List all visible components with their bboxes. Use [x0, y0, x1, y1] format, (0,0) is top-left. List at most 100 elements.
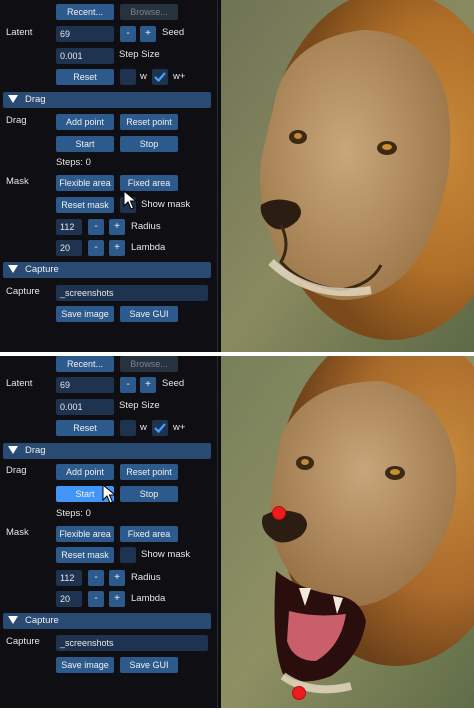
capture-path-input[interactable]: _screenshots — [56, 635, 208, 651]
step-size-input[interactable]: 0.001 — [56, 48, 114, 64]
recent-button[interactable]: Recent... — [56, 356, 114, 372]
reset-point-button[interactable]: Reset point — [120, 114, 178, 130]
seed-increment-button[interactable]: + — [140, 26, 156, 42]
recent-button[interactable]: Recent... — [56, 4, 114, 20]
reset-mask-button[interactable]: Reset mask — [56, 197, 114, 213]
collapse-arrow-icon — [8, 446, 18, 454]
seed-increment-button[interactable]: + — [140, 377, 156, 393]
mouse-cursor-icon — [102, 484, 116, 504]
drag-header-text: Drag — [25, 94, 46, 105]
lambda-decrement-button[interactable]: - — [88, 240, 104, 256]
w-label: w — [140, 71, 147, 82]
latent-label: Latent — [6, 378, 33, 389]
seed-decrement-button[interactable]: - — [120, 26, 136, 42]
radius-increment-button[interactable]: + — [109, 570, 125, 586]
step-size-input[interactable]: 0.001 — [56, 399, 114, 415]
show-mask-label: Show mask — [141, 199, 191, 210]
checkmark-icon — [154, 72, 166, 83]
lambda-input[interactable]: 20 — [56, 240, 82, 256]
save-gui-button[interactable]: Save GUI — [120, 657, 178, 673]
collapse-arrow-icon — [8, 616, 18, 624]
drag-label: Drag — [6, 465, 27, 476]
wplus-checkbox[interactable] — [152, 420, 168, 436]
radius-label: Radius — [131, 572, 161, 583]
steps-counter: Steps: 0 — [56, 508, 91, 519]
latent-label: Latent — [6, 27, 33, 38]
capture-section-header[interactable]: Capture — [3, 262, 211, 278]
radius-input[interactable]: 112 — [56, 219, 82, 235]
reset-point-button[interactable]: Reset point — [120, 464, 178, 480]
lambda-label: Lambda — [131, 242, 166, 253]
control-panel: Recent... Browse... Latent 69 - + Seed 0… — [0, 356, 218, 708]
reset-mask-button[interactable]: Reset mask — [56, 547, 114, 563]
drag-label: Drag — [6, 115, 27, 126]
radius-input[interactable]: 112 — [56, 570, 82, 586]
lion-image-after[interactable] — [221, 356, 474, 708]
lambda-increment-button[interactable]: + — [109, 240, 125, 256]
mouse-cursor-icon — [123, 190, 137, 210]
stop-button[interactable]: Stop — [120, 136, 178, 152]
w-checkbox[interactable] — [120, 420, 136, 436]
wplus-checkbox[interactable] — [152, 69, 168, 85]
save-gui-button[interactable]: Save GUI — [120, 306, 178, 322]
capture-label: Capture — [6, 636, 40, 647]
save-image-button[interactable]: Save image — [56, 657, 114, 673]
collapse-arrow-icon — [8, 265, 18, 273]
capture-path-input[interactable]: _screenshots — [56, 285, 208, 301]
steps-counter: Steps: 0 — [56, 157, 91, 168]
screenshot-before: Recent... Browse... Latent 69 - + Seed 0… — [0, 0, 474, 352]
seed-decrement-button[interactable]: - — [120, 377, 136, 393]
w-checkbox[interactable] — [120, 69, 136, 85]
capture-header-text: Capture — [25, 264, 59, 275]
seed-input[interactable]: 69 — [56, 26, 114, 42]
lion-illustration — [221, 0, 474, 352]
drag-section-header[interactable]: Drag — [3, 443, 211, 459]
capture-section-header[interactable]: Capture — [3, 613, 211, 629]
collapse-arrow-icon — [8, 95, 18, 103]
browse-button[interactable]: Browse... — [120, 4, 178, 20]
reset-latent-button[interactable]: Reset — [56, 420, 114, 436]
screenshot-after: Recent... Browse... Latent 69 - + Seed 0… — [0, 356, 474, 708]
flexible-area-button[interactable]: Flexible area — [56, 526, 114, 542]
flexible-area-button[interactable]: Flexible area — [56, 175, 114, 191]
control-panel: Recent... Browse... Latent 69 - + Seed 0… — [0, 0, 218, 352]
show-mask-checkbox[interactable] — [120, 547, 136, 563]
radius-increment-button[interactable]: + — [109, 219, 125, 235]
lambda-label: Lambda — [131, 593, 166, 604]
fixed-area-button[interactable]: Fixed area — [120, 526, 178, 542]
checkmark-icon — [154, 423, 166, 434]
target-point-chin[interactable] — [292, 686, 306, 700]
start-button[interactable]: Start — [56, 136, 114, 152]
mask-label: Mask — [6, 527, 29, 538]
show-mask-label: Show mask — [141, 549, 191, 560]
lion-roaring-illustration — [221, 356, 474, 708]
seed-label: Seed — [162, 27, 185, 38]
reset-latent-button[interactable]: Reset — [56, 69, 114, 85]
wplus-label: w+ — [173, 71, 186, 82]
radius-decrement-button[interactable]: - — [88, 570, 104, 586]
drag-header-text: Drag — [25, 445, 46, 456]
lambda-input[interactable]: 20 — [56, 591, 82, 607]
drag-section-header[interactable]: Drag — [3, 92, 211, 108]
save-image-button[interactable]: Save image — [56, 306, 114, 322]
browse-button[interactable]: Browse... — [120, 356, 178, 372]
radius-label: Radius — [131, 221, 161, 232]
lambda-decrement-button[interactable]: - — [88, 591, 104, 607]
capture-header-text: Capture — [25, 615, 59, 626]
stop-button[interactable]: Stop — [120, 486, 178, 502]
step-size-label: Step Size — [119, 400, 160, 411]
add-point-button[interactable]: Add point — [56, 464, 114, 480]
w-label: w — [140, 422, 147, 433]
lion-image-before[interactable] — [221, 0, 474, 352]
add-point-button[interactable]: Add point — [56, 114, 114, 130]
wplus-label: w+ — [173, 422, 186, 433]
mask-label: Mask — [6, 176, 29, 187]
seed-input[interactable]: 69 — [56, 377, 114, 393]
radius-decrement-button[interactable]: - — [88, 219, 104, 235]
fixed-area-button[interactable]: Fixed area — [120, 175, 178, 191]
lambda-increment-button[interactable]: + — [109, 591, 125, 607]
capture-label: Capture — [6, 286, 40, 297]
seed-label: Seed — [162, 378, 185, 389]
step-size-label: Step Size — [119, 49, 160, 60]
handle-point-nose[interactable] — [272, 506, 286, 520]
